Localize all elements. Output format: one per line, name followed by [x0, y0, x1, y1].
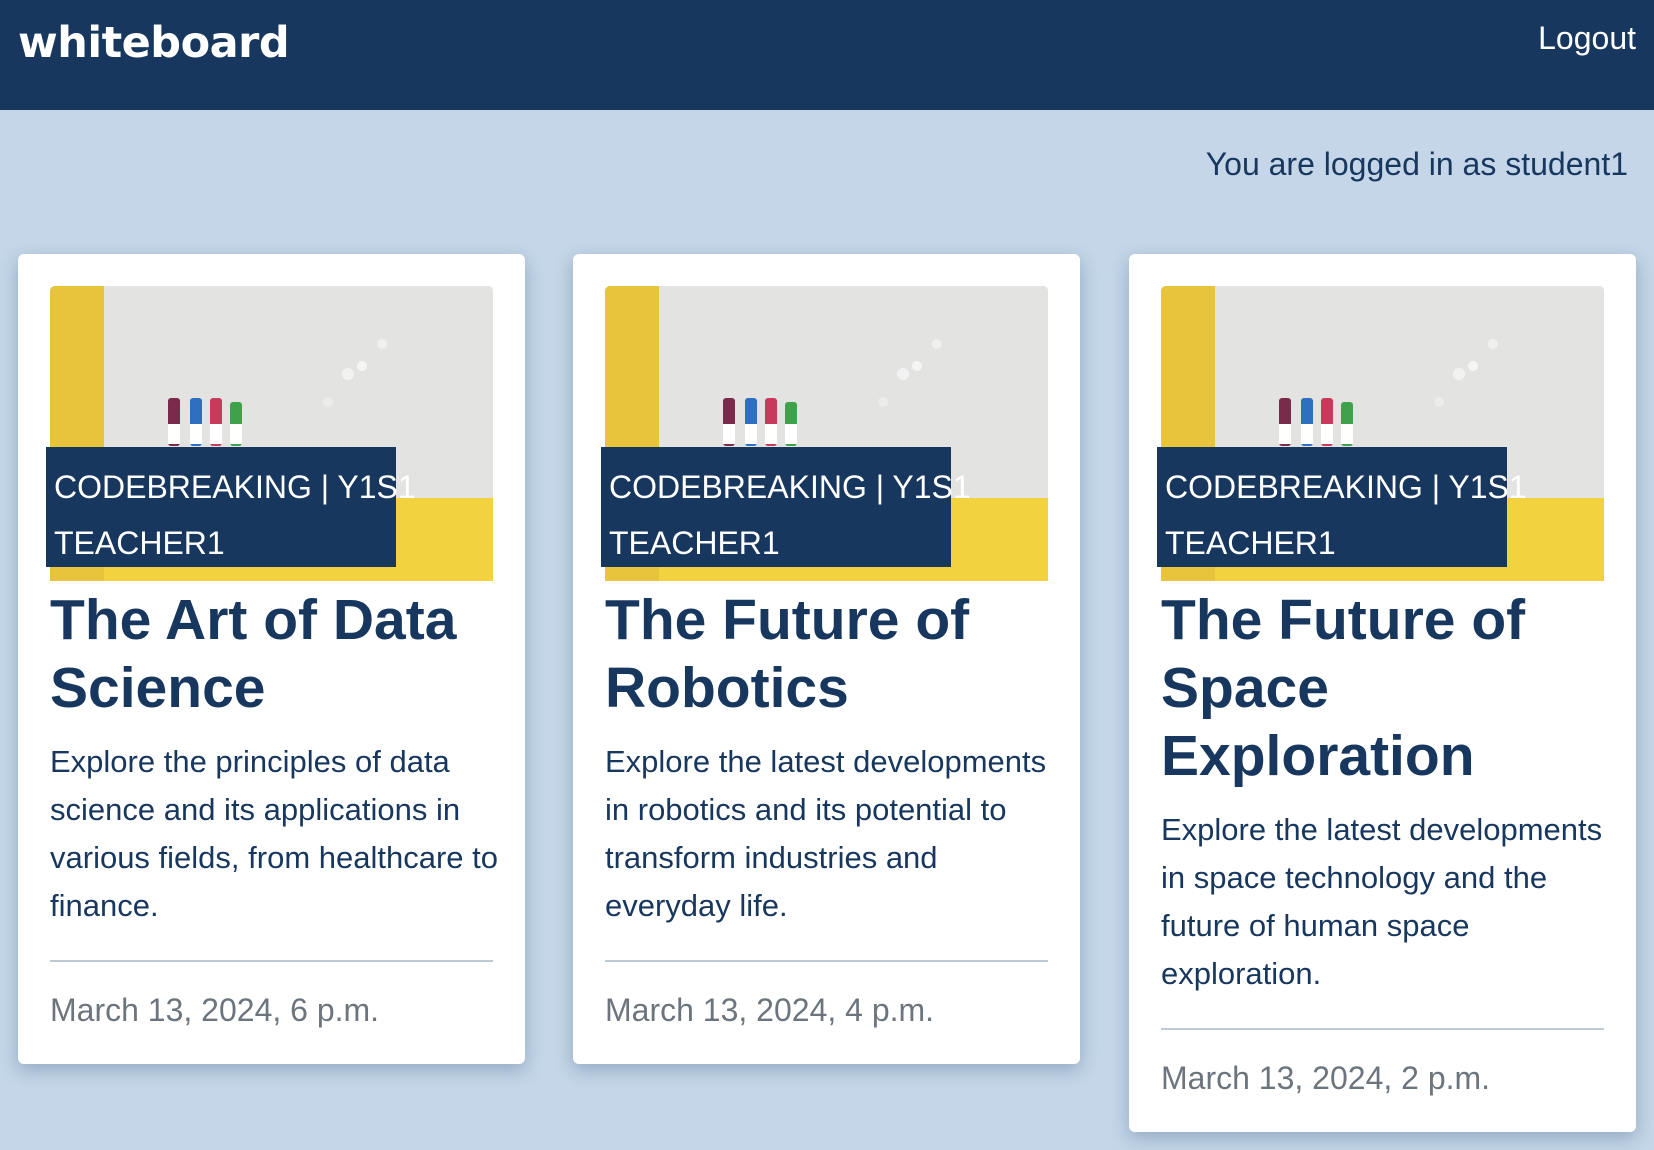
- card-title[interactable]: The Art of Data Science: [50, 586, 500, 722]
- course-label: CODEBREAKING | Y1S1: [1165, 469, 1527, 505]
- teacher-label: TEACHER1: [609, 525, 780, 561]
- course-tag: CODEBREAKING | Y1S1 TEACHER1: [46, 447, 416, 567]
- card-date: March 13, 2024, 6 p.m.: [50, 992, 380, 1028]
- brand-logo[interactable]: whiteboard: [18, 18, 290, 68]
- course-label: CODEBREAKING | Y1S1: [609, 469, 971, 505]
- course-label: CODEBREAKING | Y1S1: [54, 469, 416, 505]
- card-description: Explore the latest developments in space…: [1161, 812, 1603, 991]
- top-navbar: whiteboard Logout: [0, 0, 1654, 110]
- course-tag: CODEBREAKING | Y1S1 TEACHER1: [1157, 447, 1527, 567]
- card-date: March 13, 2024, 2 p.m.: [1161, 1060, 1491, 1096]
- course-tag: CODEBREAKING | Y1S1 TEACHER1: [601, 447, 971, 567]
- teacher-label: TEACHER1: [1165, 525, 1336, 561]
- card-title[interactable]: The Future of Robotics: [605, 586, 1055, 722]
- login-status-text: You are logged in as student1: [1205, 146, 1628, 182]
- card-title[interactable]: The Future of Space Exploration: [1161, 586, 1611, 790]
- card-description: Explore the latest developments in robot…: [605, 744, 1047, 923]
- card-description: Explore the principles of data science a…: [50, 744, 498, 923]
- post-card[interactable]: CODEBREAKING | Y1S1 TEACHER1 The Art of …: [18, 254, 525, 1064]
- card-date: March 13, 2024, 4 p.m.: [605, 992, 935, 1028]
- post-card[interactable]: CODEBREAKING | Y1S1 TEACHER1 The Future …: [1129, 254, 1636, 1132]
- card-divider: [605, 960, 1048, 962]
- teacher-label: TEACHER1: [54, 525, 225, 561]
- card-divider: [50, 960, 493, 962]
- post-card[interactable]: CODEBREAKING | Y1S1 TEACHER1 The Future …: [573, 254, 1080, 1064]
- logout-link[interactable]: Logout: [1538, 20, 1636, 57]
- card-divider: [1161, 1028, 1604, 1030]
